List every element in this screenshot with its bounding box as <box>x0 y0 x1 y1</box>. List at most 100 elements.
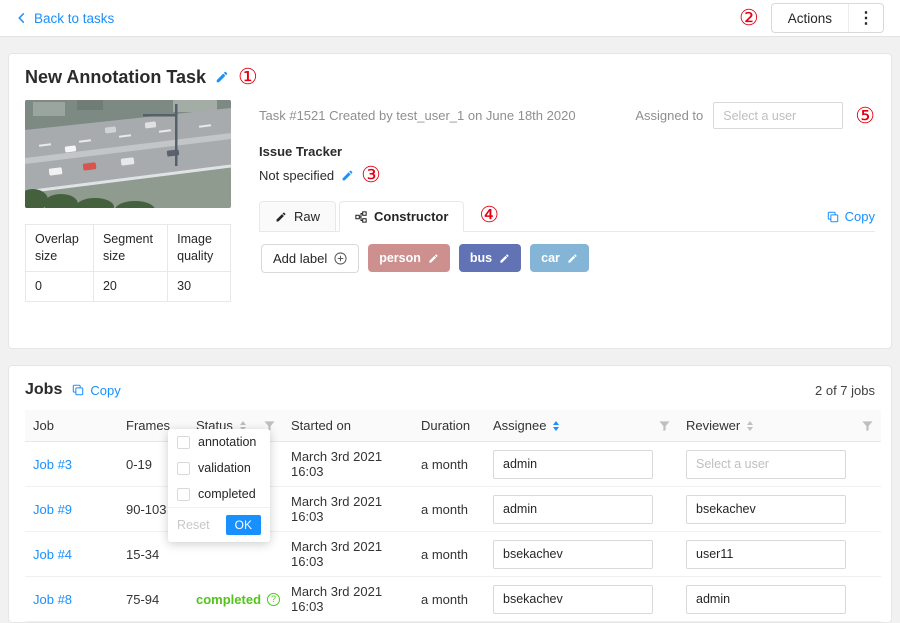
question-circle-icon[interactable]: ? <box>267 593 280 606</box>
param-header-segment: Segment size <box>93 225 167 272</box>
checkbox-icon[interactable] <box>177 462 190 475</box>
jobs-table: Job Frames Status Started on Duration As… <box>25 410 881 622</box>
filter-option-validation[interactable]: validation <box>168 455 270 481</box>
edit-label-icon[interactable] <box>499 253 510 264</box>
tab-constructor-label: Constructor <box>374 209 448 224</box>
jobs-table-header-row: Job Frames Status Started on Duration As… <box>25 410 881 442</box>
label-chip-bus-name: bus <box>470 251 492 265</box>
plus-circle-icon <box>334 252 347 265</box>
task-left-column: Overlap size Segment size Image quality … <box>25 100 231 332</box>
table-row: Job #9 90-103 March 3rd 2021 16:03 a mon… <box>25 487 881 532</box>
labels-panel: Add label person bus <box>259 232 875 332</box>
param-value-quality: 30 <box>168 271 231 301</box>
started-cell: March 3rd 2021 16:03 <box>283 442 413 487</box>
copy-jobs-link[interactable]: Copy <box>72 383 120 398</box>
task-parameters-table: Overlap size Segment size Image quality … <box>25 224 231 302</box>
task-right-column: Task #1521 Created by test_user_1 on Jun… <box>259 100 875 332</box>
param-value-overlap: 0 <box>26 271 94 301</box>
jobs-title: Jobs <box>25 381 62 399</box>
status-cell: completed ? <box>188 577 283 622</box>
tab-constructor[interactable]: Constructor <box>339 201 464 232</box>
checkbox-icon[interactable] <box>177 436 190 449</box>
status-text: completed <box>196 592 261 607</box>
table-row: Job #4 15-34 March 3rd 2021 16:03 a mont… <box>25 532 881 577</box>
param-header-quality: Image quality <box>168 225 231 272</box>
assigned-to-label: Assigned to <box>635 108 703 123</box>
sort-icon-active[interactable] <box>553 421 559 431</box>
duration-cell: a month <box>413 442 485 487</box>
filter-option-completed[interactable]: completed <box>168 481 270 507</box>
filter-option-annotation[interactable]: annotation <box>168 429 270 455</box>
duration-cell: a month <box>413 532 485 577</box>
assignee-input[interactable] <box>493 450 653 479</box>
checkbox-icon[interactable] <box>177 488 190 501</box>
assignee-input[interactable] <box>493 540 653 569</box>
tab-raw[interactable]: Raw <box>259 201 336 232</box>
annotation-marker-1: ① <box>238 66 258 88</box>
label-chip-person[interactable]: person <box>368 244 450 272</box>
label-chip-car[interactable]: car <box>530 244 589 272</box>
actions-button[interactable]: Actions <box>772 4 848 32</box>
annotation-marker-2: ② <box>739 7 759 29</box>
duration-cell: a month <box>413 487 485 532</box>
frames-cell: 75-94 <box>118 577 188 622</box>
job-link[interactable]: Job #9 <box>33 502 72 517</box>
edit-title-icon[interactable] <box>215 70 229 84</box>
edit-label-icon[interactable] <box>428 253 439 264</box>
job-link[interactable]: Job #8 <box>33 592 72 607</box>
back-to-tasks-link[interactable]: Back to tasks <box>16 11 114 26</box>
column-header-reviewer[interactable]: Reviewer <box>678 410 881 442</box>
reviewer-input[interactable] <box>686 495 846 524</box>
copy-icon <box>72 384 84 396</box>
label-chip-person-name: person <box>379 251 421 265</box>
reviewer-input[interactable] <box>686 585 846 614</box>
job-link[interactable]: Job #4 <box>33 547 72 562</box>
filter-option-label: completed <box>198 487 256 501</box>
filter-option-label: annotation <box>198 435 256 449</box>
filter-icon[interactable] <box>862 420 873 431</box>
task-assignee-input[interactable] <box>713 102 843 129</box>
add-label-button[interactable]: Add label <box>261 244 359 273</box>
duration-cell: a month <box>413 577 485 622</box>
pencil-icon <box>275 211 287 223</box>
task-details-card: New Annotation Task ① <box>8 53 892 349</box>
annotation-marker-3: ③ <box>361 164 381 186</box>
label-chip-bus[interactable]: bus <box>459 244 521 272</box>
issue-tracker-value: Not specified <box>259 168 334 183</box>
more-menu-icon[interactable]: ⋮ <box>848 4 883 32</box>
assignee-input[interactable] <box>493 495 653 524</box>
reviewer-input[interactable] <box>686 450 846 479</box>
label-chip-car-name: car <box>541 251 560 265</box>
add-label-text: Add label <box>273 251 327 266</box>
filter-option-label: validation <box>198 461 251 475</box>
column-header-assignee[interactable]: Assignee <box>485 410 678 442</box>
column-header-started: Started on <box>283 410 413 442</box>
edit-issue-tracker-icon[interactable] <box>341 169 354 182</box>
task-meta: Task #1521 Created by test_user_1 on Jun… <box>259 108 576 123</box>
table-row: Job #8 75-94 completed ? March 3rd 2021 … <box>25 577 881 622</box>
param-value-segment: 20 <box>93 271 167 301</box>
assignee-input[interactable] <box>493 585 653 614</box>
task-title: New Annotation Task <box>25 67 206 88</box>
sort-icon[interactable] <box>747 421 753 431</box>
started-cell: March 3rd 2021 16:03 <box>283 487 413 532</box>
reviewer-input[interactable] <box>686 540 846 569</box>
copy-icon <box>827 211 839 223</box>
filter-icon[interactable] <box>659 420 670 431</box>
table-row: Job #3 0-19 March 3rd 2021 16:03 a month <box>25 442 881 487</box>
filter-reset-button[interactable]: Reset <box>177 518 210 532</box>
status-filter-dropdown: annotation validation completed Reset OK <box>168 429 270 542</box>
topbar-right: ② Actions ⋮ <box>739 3 884 33</box>
edit-label-icon[interactable] <box>567 253 578 264</box>
task-title-row: New Annotation Task ① <box>25 66 875 88</box>
chevron-left-icon <box>16 12 27 24</box>
param-header-overlap: Overlap size <box>26 225 94 272</box>
copy-labels-link[interactable]: Copy <box>827 209 875 231</box>
annotation-marker-5: ⑤ <box>855 105 875 127</box>
filter-ok-button[interactable]: OK <box>226 515 261 535</box>
job-link[interactable]: Job #3 <box>33 457 72 472</box>
tab-raw-label: Raw <box>294 209 320 224</box>
jobs-count: 2 of 7 jobs <box>815 383 875 398</box>
topbar: Back to tasks ② Actions ⋮ <box>0 0 900 37</box>
copy-jobs-label: Copy <box>90 383 120 398</box>
